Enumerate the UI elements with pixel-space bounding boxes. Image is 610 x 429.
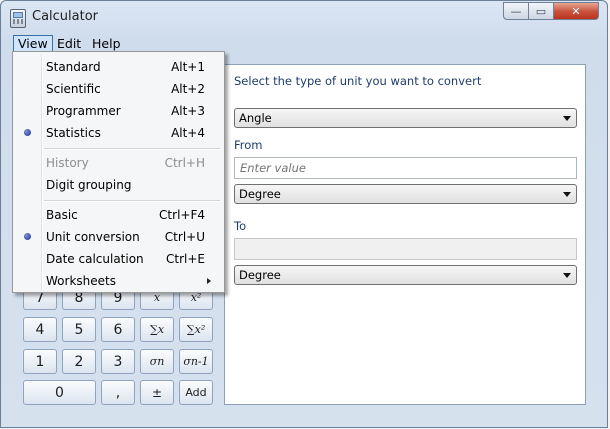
menu-bar: View Edit Help	[9, 33, 601, 55]
to-label: To	[234, 219, 247, 233]
menu-item-standard[interactable]: Standard Alt+1	[15, 56, 222, 78]
close-button[interactable]: ✕	[553, 2, 599, 20]
submenu-arrow-icon	[207, 278, 211, 284]
key-decimal[interactable]: ,	[101, 380, 135, 405]
to-unit-select[interactable]: Degree	[234, 265, 577, 285]
menu-item-label: Digit grouping	[46, 178, 132, 192]
key-0[interactable]: 0	[23, 380, 96, 405]
key-add[interactable]: Add	[179, 380, 213, 405]
menu-item-worksheets[interactable]: Worksheets	[15, 270, 222, 292]
from-unit-select[interactable]: Degree	[234, 184, 577, 204]
menu-item-shortcut: Alt+2	[171, 82, 205, 96]
from-label: From	[234, 138, 263, 152]
maximize-button[interactable]: ▭	[528, 2, 554, 20]
menu-item-shortcut: Ctrl+H	[164, 156, 205, 170]
key-2[interactable]: 2	[62, 349, 96, 374]
menu-item-label: History	[46, 156, 89, 170]
radio-bullet-icon	[24, 129, 31, 136]
unit-type-select[interactable]: Angle	[234, 108, 577, 128]
minimize-button[interactable]: —	[503, 2, 529, 20]
dropdown-arrow-icon	[563, 192, 571, 197]
menu-item-label: Date calculation	[46, 252, 144, 266]
key-sum[interactable]: ∑x	[140, 317, 174, 342]
key-sum-squares[interactable]: ∑x²	[179, 317, 213, 342]
menu-item-scientific[interactable]: Scientific Alt+2	[15, 78, 222, 100]
menu-item-label: Programmer	[46, 104, 121, 118]
key-4[interactable]: 4	[23, 317, 57, 342]
unit-type-value: Angle	[239, 111, 272, 125]
view-dropdown-menu: Standard Alt+1 Scientific Alt+2 Programm…	[12, 51, 225, 293]
menu-item-shortcut: Ctrl+U	[164, 230, 205, 244]
menu-item-date-calculation[interactable]: Date calculation Ctrl+E	[15, 248, 222, 270]
dropdown-arrow-icon	[563, 273, 571, 278]
dropdown-arrow-icon	[563, 116, 571, 121]
menu-item-history[interactable]: History Ctrl+H	[15, 152, 222, 174]
key-5[interactable]: 5	[62, 317, 96, 342]
menu-item-unit-conversion[interactable]: Unit conversion Ctrl+U	[15, 226, 222, 248]
from-unit-value: Degree	[239, 187, 281, 201]
key-std-dev[interactable]: σn	[140, 349, 174, 374]
to-value-output	[234, 238, 577, 260]
calculator-icon	[10, 9, 26, 28]
menu-item-label: Scientific	[46, 82, 101, 96]
menu-item-programmer[interactable]: Programmer Alt+3	[15, 100, 222, 122]
from-value-input[interactable]	[234, 157, 577, 179]
unit-conversion-panel: Select the type of unit you want to conv…	[224, 64, 586, 405]
key-6[interactable]: 6	[101, 317, 135, 342]
menu-item-digit-grouping[interactable]: Digit grouping	[15, 174, 222, 196]
menu-item-label: Statistics	[46, 126, 101, 140]
menu-separator	[44, 148, 220, 150]
to-unit-value: Degree	[239, 268, 281, 282]
menu-separator	[44, 200, 220, 202]
menu-item-label: Worksheets	[46, 274, 116, 288]
title-bar[interactable]: Calculator — ▭ ✕	[1, 1, 607, 33]
menu-item-label: Basic	[46, 208, 78, 222]
menu-item-shortcut: Ctrl+E	[166, 252, 205, 266]
key-1[interactable]: 1	[23, 349, 57, 374]
menu-item-label: Unit conversion	[46, 230, 140, 244]
conversion-prompt: Select the type of unit you want to conv…	[234, 74, 482, 88]
key-negate[interactable]: ±	[140, 380, 174, 405]
menu-item-label: Standard	[46, 60, 101, 74]
menu-item-shortcut: Ctrl+F4	[159, 208, 205, 222]
menu-item-statistics[interactable]: Statistics Alt+4	[15, 122, 222, 144]
menu-item-basic[interactable]: Basic Ctrl+F4	[15, 204, 222, 226]
menu-item-shortcut: Alt+4	[171, 126, 205, 140]
key-3[interactable]: 3	[101, 349, 135, 374]
menu-item-shortcut: Alt+3	[171, 104, 205, 118]
menu-item-shortcut: Alt+1	[171, 60, 205, 74]
radio-bullet-icon	[24, 233, 31, 240]
key-std-dev-sample[interactable]: σn-1	[179, 349, 213, 374]
window-title: Calculator	[32, 9, 99, 24]
